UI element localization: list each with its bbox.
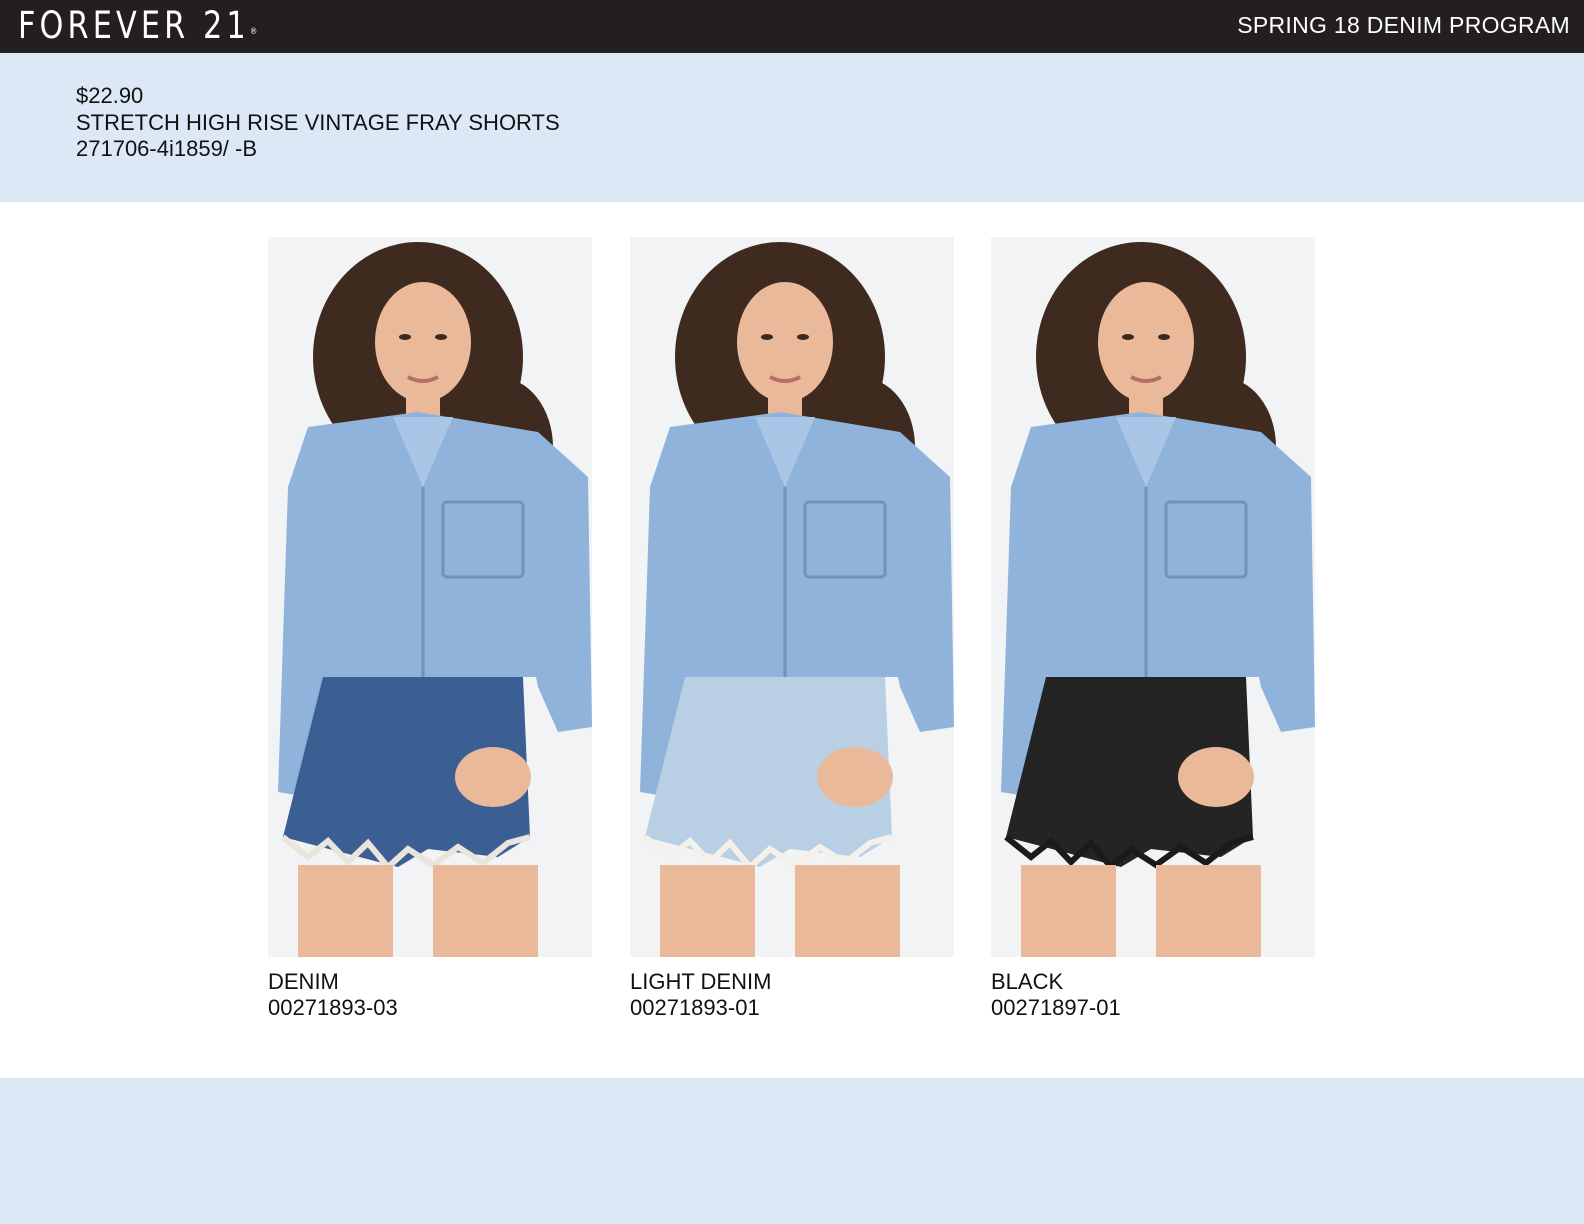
program-title: SPRING 18 DENIM PROGRAM	[1237, 12, 1570, 38]
brand-logo: FOREVER 21®	[18, 4, 257, 48]
variant-color-name: DENIM	[268, 969, 339, 994]
product-name: STRETCH HIGH RISE VINTAGE FRAY SHORTS	[76, 109, 560, 135]
variant-sku: 00271893-01	[630, 995, 760, 1020]
registered-mark: ®	[249, 27, 258, 37]
product-header-band: $22.90 STRETCH HIGH RISE VINTAGE FRAY SH…	[0, 53, 1584, 202]
variant-color-name: BLACK	[991, 969, 1064, 994]
variant-color-name: LIGHT DENIM	[630, 969, 772, 994]
footer-band	[0, 1078, 1584, 1224]
top-bar: FOREVER 21® SPRING 18 DENIM PROGRAM	[0, 0, 1584, 53]
brand-text: FOREVER 21	[18, 4, 250, 47]
product-style-code: 271706-4i1859/ -B	[76, 136, 258, 161]
product-price: $22.90	[76, 83, 144, 108]
variant-caption: DENIM 00271893-03	[268, 969, 592, 1021]
model-illustration	[268, 237, 592, 957]
variant-caption: LIGHT DENIM 00271893-01	[630, 969, 954, 1021]
variant-card-light-denim: LIGHT DENIM 00271893-01	[630, 237, 954, 1021]
variant-card-denim: DENIM 00271893-03	[268, 237, 592, 1021]
variant-caption: BLACK 00271897-01	[991, 969, 1315, 1021]
product-photo	[991, 237, 1315, 957]
product-photo	[630, 237, 954, 957]
product-info: $22.90 STRETCH HIGH RISE VINTAGE FRAY SH…	[76, 83, 560, 163]
variant-sku: 00271897-01	[991, 995, 1121, 1020]
model-illustration	[991, 237, 1315, 957]
model-illustration	[630, 237, 954, 957]
product-photo	[268, 237, 592, 957]
variant-sku: 00271893-03	[268, 995, 398, 1020]
variant-card-black: BLACK 00271897-01	[991, 237, 1315, 1021]
